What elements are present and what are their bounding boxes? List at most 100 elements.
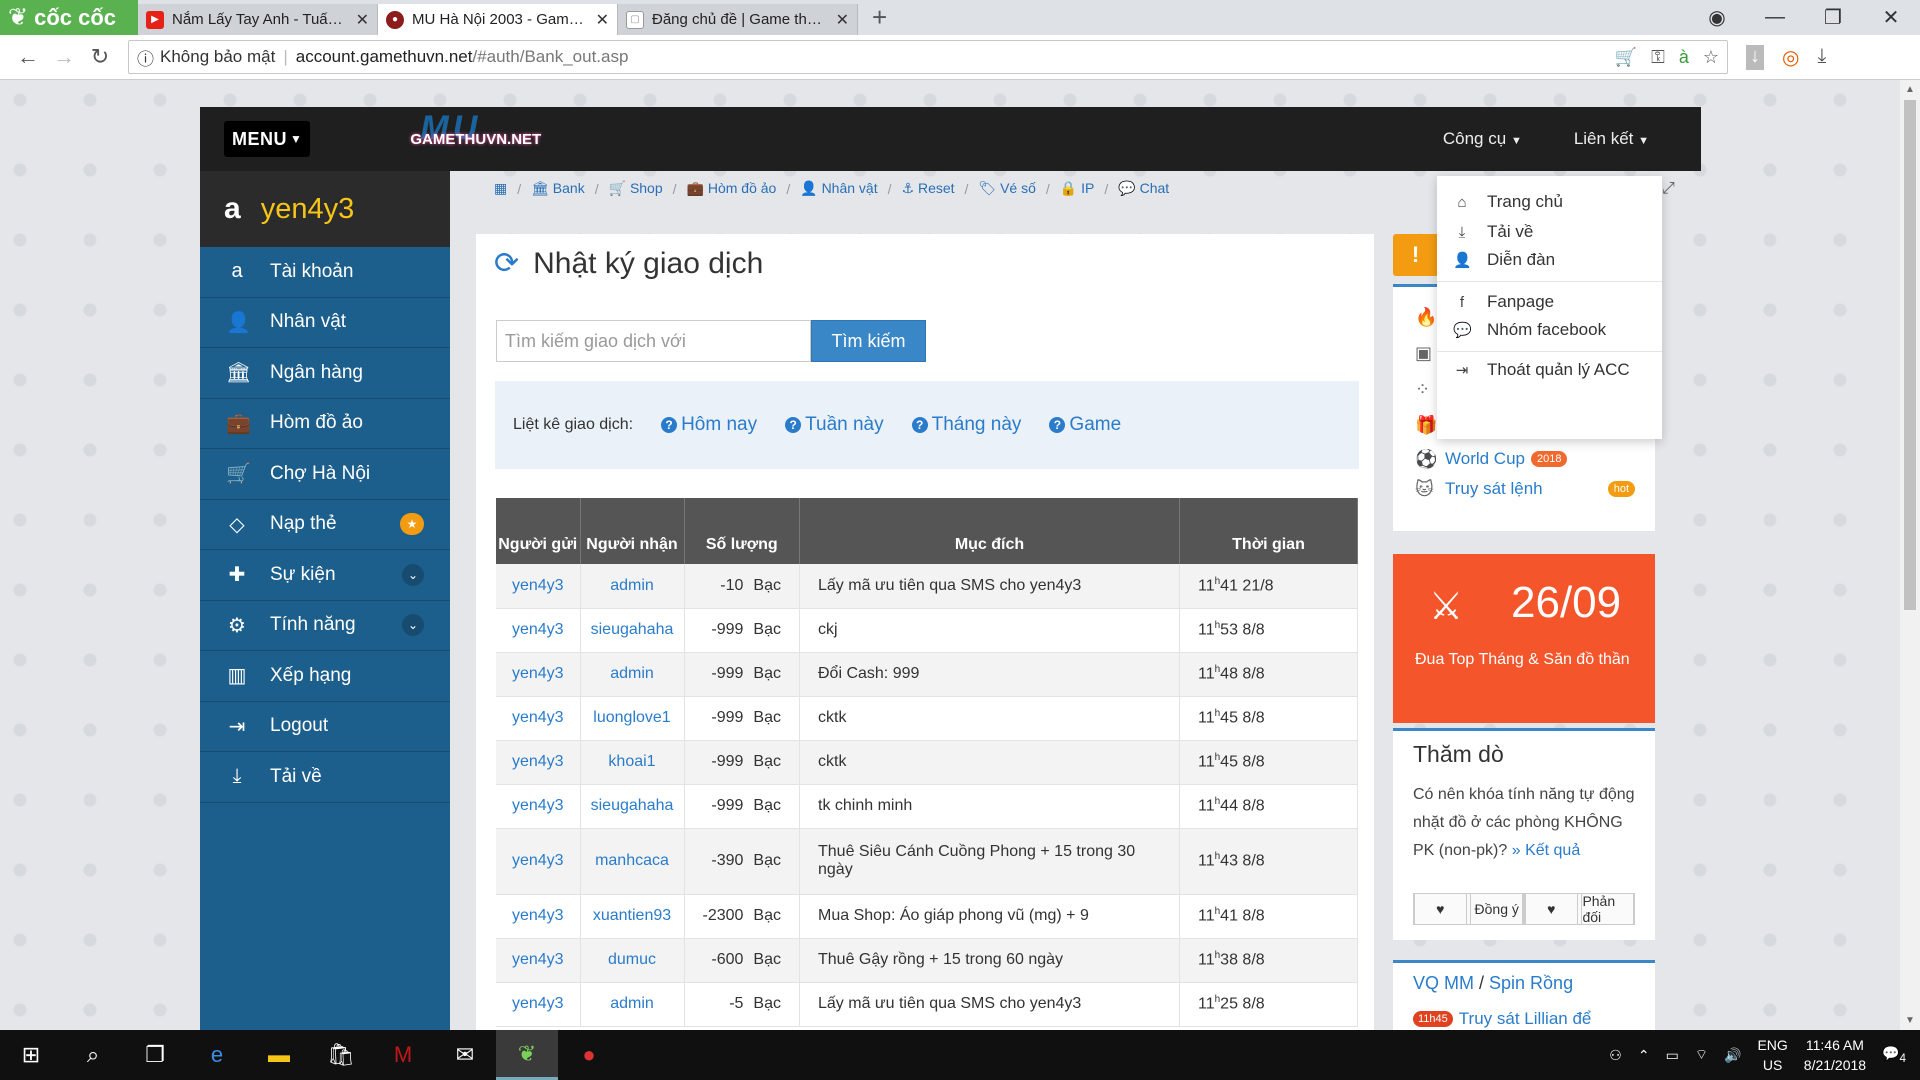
sender-link[interactable]: yen4y3 (496, 982, 581, 1027)
vq-link[interactable]: VQ MM (1413, 973, 1474, 993)
expand-icon[interactable]: ⤢ (1662, 180, 1675, 198)
file-explorer-icon[interactable]: ▬ (248, 1030, 310, 1080)
bookmark-star-icon[interactable]: ☆ (1703, 47, 1719, 68)
restore-icon[interactable]: ❐ (1804, 5, 1862, 30)
cart-icon[interactable]: 🛒 (1615, 47, 1637, 68)
dropdown-item-download[interactable]: ⤓ Tải về (1453, 222, 1534, 242)
breadcrumb-shop[interactable]: 🛒 Shop (609, 180, 663, 197)
reload-icon[interactable]: ↻ (82, 44, 118, 70)
receiver-link[interactable]: admin (580, 652, 685, 697)
receiver-link[interactable]: khoai1 (580, 740, 685, 785)
refresh-icon[interactable]: ⟳ (494, 246, 519, 281)
sender-link[interactable]: yen4y3 (496, 784, 581, 829)
forward-icon[interactable]: → (46, 44, 82, 70)
menu-button[interactable]: MENU ▼ (224, 121, 311, 157)
links-dropdown[interactable]: Liên kết ▼ (1574, 129, 1649, 149)
sidebar-item-features[interactable]: ⚙ Tính năng ⌄ (200, 601, 450, 651)
breadcrumb-ip[interactable]: 🔒 IP (1060, 180, 1095, 197)
key-icon[interactable]: ⚿ (1651, 47, 1665, 68)
translate-icon[interactable]: à (1679, 47, 1689, 68)
sender-link[interactable]: yen4y3 (496, 938, 581, 983)
sidebar-item-events[interactable]: ✚ Sự kiện ⌄ (200, 550, 450, 601)
sidebar-item-topup[interactable]: ◇ Nạp thẻ ★ (200, 500, 450, 550)
page-scrollbar[interactable]: ▲ ▼ (1900, 80, 1920, 1030)
info-icon[interactable]: ⓘ (137, 45, 154, 70)
scrollbar-thumb[interactable] (1904, 100, 1916, 610)
breadcrumb-lottery[interactable]: 🏷 Vé số (978, 180, 1035, 197)
sidebar-item-account[interactable]: a Tài khoản (200, 247, 450, 298)
breadcrumb-bank[interactable]: 🏛 Bank (531, 180, 585, 197)
scroll-up-icon[interactable]: ▲ (1900, 84, 1920, 95)
receiver-link[interactable]: xuantien93 (580, 894, 685, 939)
url-input[interactable]: ⓘ Không bảo mật | account.gamethuvn.net … (128, 40, 1728, 74)
site-logo[interactable]: MU GAMETHUVN.NET (410, 109, 541, 148)
event-line[interactable]: 11h45 Truy sát Lillian để (1413, 1009, 1591, 1029)
edge-icon[interactable]: e (186, 1030, 248, 1080)
new-tab-icon[interactable]: + (872, 2, 887, 33)
sender-link[interactable]: yen4y3 (496, 608, 581, 653)
dropdown-item-fb-group[interactable]: 💬 Nhóm facebook (1453, 320, 1606, 340)
clock[interactable]: 11:46 AM 8/21/2018 (1804, 1035, 1866, 1075)
search-icon[interactable]: ⌕ (62, 1030, 124, 1080)
truysat-link[interactable]: Truy sát lệnh hot (1445, 479, 1635, 499)
breadcrumb-character[interactable]: 👤 Nhân vật (800, 180, 877, 197)
receiver-link[interactable]: admin (580, 982, 685, 1027)
receiver-link[interactable]: dumuc (580, 938, 685, 983)
language-indicator[interactable]: ENG US (1757, 1035, 1787, 1075)
task-view-icon[interactable]: ❐ (124, 1030, 186, 1080)
receiver-link[interactable]: luonglove1 (580, 696, 685, 741)
coccoc-logo[interactable]: ❦ cốc cốc (0, 0, 138, 35)
sidebar-item-ranking[interactable]: ▥ Xếp hạng (200, 651, 450, 702)
receiver-link[interactable]: admin (580, 564, 685, 609)
browser-tab-2[interactable]: ● MU Hà Nội 2003 - Gameth ✕ (378, 4, 618, 35)
dropdown-item-forum[interactable]: 👤 Diễn đàn (1453, 250, 1555, 270)
mail-icon[interactable]: ✉ (434, 1030, 496, 1080)
poll-result-link[interactable]: » Kết quả (1512, 842, 1581, 859)
sidebar-item-download[interactable]: ⤓ Tải về (200, 752, 450, 803)
sender-link[interactable]: yen4y3 (496, 740, 581, 785)
worldcup-link[interactable]: World Cup 2018 (1445, 449, 1568, 469)
sender-link[interactable]: yen4y3 (496, 696, 581, 741)
profile-icon[interactable]: ◉ (1688, 5, 1746, 30)
breadcrumb-vault[interactable]: 💼 Hòm đồ ảo (687, 180, 777, 197)
spin-dragon-link[interactable]: Spin Rồng (1489, 973, 1573, 993)
volume-icon[interactable]: 🔊 (1724, 1047, 1741, 1064)
sidebar-item-vault[interactable]: 💼 Hòm đồ ảo (200, 399, 450, 449)
username[interactable]: yen4y3 (261, 193, 355, 226)
filter-month[interactable]: ? Tháng này (911, 414, 1021, 436)
close-tab-icon[interactable]: ✕ (596, 10, 609, 30)
extension-icon[interactable]: ◎ (1782, 45, 1799, 70)
dropdown-item-fanpage[interactable]: f Fanpage (1453, 292, 1554, 312)
dropdown-item-home[interactable]: ⌂ Trang chủ (1453, 192, 1562, 212)
sidebar-item-character[interactable]: 👤 Nhân vật (200, 298, 450, 348)
sidebar-item-logout[interactable]: ⇥ Logout (200, 702, 450, 752)
receiver-link[interactable]: sieugahaha (580, 784, 685, 829)
sender-link[interactable]: yen4y3 (496, 828, 581, 895)
sender-link[interactable]: yen4y3 (496, 564, 581, 609)
chevron-down-icon[interactable]: ⌄ (402, 563, 424, 586)
mu-game-icon[interactable]: ● (558, 1030, 620, 1080)
dropdown-item-exit-acc[interactable]: ⇥ Thoát quản lý ACC (1453, 360, 1630, 380)
people-icon[interactable]: ⚇ (1609, 1047, 1622, 1064)
breadcrumb-chat[interactable]: 💬 Chat (1118, 180, 1169, 197)
promo-banner[interactable]: ⚔ 26/09 Đua Top Tháng & Săn đồ thần (1393, 554, 1655, 723)
poll-disagree-button[interactable]: ♥ Phản đối (1524, 893, 1635, 925)
scroll-down-icon[interactable]: ▼ (1900, 1015, 1920, 1026)
close-tab-icon[interactable]: ✕ (356, 10, 369, 30)
minimize-icon[interactable]: — (1746, 6, 1804, 29)
tools-dropdown[interactable]: Công cụ ▼ (1443, 129, 1522, 149)
sender-link[interactable]: yen4y3 (496, 652, 581, 697)
browser-tab-1[interactable]: ▶ Nắm Lấy Tay Anh - Tuấn H ✕ (138, 4, 378, 35)
close-tab-icon[interactable]: ✕ (836, 10, 849, 30)
receiver-link[interactable]: sieugahaha (580, 608, 685, 653)
coccoc-taskbar-icon[interactable]: ❦ (496, 1030, 558, 1080)
filter-today[interactable]: ? Hôm nay (661, 414, 757, 436)
windows-start-icon[interactable]: ⊞ (0, 1030, 62, 1080)
search-input[interactable] (496, 320, 811, 362)
battery-icon[interactable]: ▭ (1666, 1047, 1679, 1064)
download-icon[interactable]: ↓ (1746, 44, 1764, 70)
notification-icon[interactable]: 💬4 (1882, 1045, 1906, 1065)
back-icon[interactable]: ← (10, 44, 46, 70)
close-window-icon[interactable]: ✕ (1862, 5, 1920, 30)
sender-link[interactable]: yen4y3 (496, 894, 581, 939)
